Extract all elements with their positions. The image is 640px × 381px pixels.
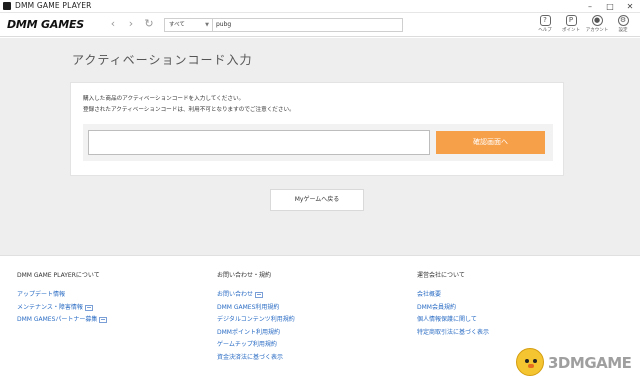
point-icon: P bbox=[565, 15, 577, 26]
footer-heading: DMM GAME PLAYERについて bbox=[17, 272, 100, 279]
settings-button[interactable]: ⚙ 設定 bbox=[610, 14, 636, 36]
page-title: アクティベーションコード入力 bbox=[72, 53, 253, 67]
activation-code-input[interactable] bbox=[88, 130, 430, 155]
watermark: 3DMGAME bbox=[512, 346, 636, 378]
footer-link[interactable]: DMMポイント利用規約 bbox=[217, 327, 295, 340]
maximize-button[interactable]: □ bbox=[600, 0, 620, 13]
watermark-text: 3DMGAME bbox=[548, 354, 632, 372]
footer-link[interactable]: DMM GAMES利用規約 bbox=[217, 302, 295, 315]
footer-link[interactable]: お問い合わせ bbox=[217, 289, 295, 302]
confirm-button[interactable]: 確認画面へ bbox=[436, 131, 545, 154]
search-bar: すべて ▼ bbox=[164, 18, 403, 32]
external-window-icon bbox=[255, 292, 264, 299]
activation-description: 購入した商品のアクティベーションコードを入力してください。 登録されたアクティベ… bbox=[83, 94, 295, 116]
back-arrow-icon[interactable]: ‹ bbox=[106, 17, 120, 31]
search-category-select[interactable]: すべて ▼ bbox=[165, 19, 213, 31]
chevron-down-icon: ▼ bbox=[205, 22, 209, 28]
footer-column-about: DMM GAME PLAYERについて アップデート情報 メンテナンス・障害情報… bbox=[17, 270, 108, 327]
app-icon bbox=[3, 2, 11, 10]
footer-column-company: 運営会社について 会社概要 DMM会員規約 個人情報保護に関して 特定商取引法に… bbox=[417, 270, 489, 339]
watermark-mascot-icon bbox=[516, 348, 544, 376]
description-line-1: 購入した商品のアクティベーションコードを入力してください。 bbox=[83, 96, 245, 102]
external-window-icon bbox=[99, 317, 108, 324]
forward-arrow-icon[interactable]: › bbox=[124, 17, 138, 31]
footer-column-contact: お問い合わせ・規約 お問い合わせ DMM GAMES利用規約 デジタルコンテンツ… bbox=[217, 270, 295, 364]
account-icon: ● bbox=[591, 15, 603, 26]
search-category-value: すべて bbox=[169, 22, 185, 28]
toolbar-icons: ? ヘルプ P ポイント ● アカウント ⚙ 設定 bbox=[532, 14, 636, 36]
window-title: DMM GAME PLAYER bbox=[15, 1, 92, 10]
minimize-button[interactable]: – bbox=[580, 0, 600, 13]
help-label: ヘルプ bbox=[538, 28, 552, 33]
account-button[interactable]: ● アカウント bbox=[584, 14, 610, 36]
footer-link[interactable]: デジタルコンテンツ利用規約 bbox=[217, 314, 295, 327]
back-to-mygames-button[interactable]: Myゲームへ戻る bbox=[270, 189, 364, 211]
window-controls: – □ ✕ bbox=[580, 0, 640, 13]
footer-link[interactable]: メンテナンス・障害情報 bbox=[17, 302, 107, 315]
activation-panel: 購入した商品のアクティベーションコードを入力してください。 登録されたアクティベ… bbox=[70, 82, 564, 176]
footer-link[interactable]: 資金決済法に基づく表示 bbox=[217, 352, 295, 365]
gear-icon: ⚙ bbox=[617, 15, 629, 26]
dmm-games-logo[interactable]: DMM GAMES bbox=[7, 18, 84, 31]
footer-link[interactable]: 特定商取引法に基づく表示 bbox=[417, 327, 489, 340]
help-button[interactable]: ? ヘルプ bbox=[532, 14, 558, 36]
footer-link[interactable]: 個人情報保護に関して bbox=[417, 314, 489, 327]
external-window-icon bbox=[84, 304, 93, 311]
point-label: ポイント bbox=[562, 28, 580, 33]
search-input[interactable] bbox=[213, 19, 402, 31]
help-icon: ? bbox=[539, 15, 551, 26]
settings-label: 設定 bbox=[618, 28, 628, 33]
close-button[interactable]: ✕ bbox=[620, 0, 640, 13]
footer-link[interactable]: アップデート情報 bbox=[17, 289, 107, 302]
main-content: アクティベーションコード入力 購入した商品のアクティベーションコードを入力してく… bbox=[0, 38, 640, 255]
footer-heading: 運営会社について bbox=[417, 272, 465, 279]
description-line-2: 登録されたアクティベーションコードは、利用不可となりますのでご注意ください。 bbox=[83, 107, 295, 113]
footer-link[interactable]: DMM GAMESパートナー募集 bbox=[17, 314, 108, 327]
account-label: アカウント bbox=[585, 28, 609, 33]
footer-link[interactable]: 会社概要 bbox=[417, 289, 489, 302]
toolbar: DMM GAMES ‹ › ↻ すべて ▼ ? ヘルプ P ポイント ● アカウ… bbox=[0, 13, 640, 37]
point-button[interactable]: P ポイント bbox=[558, 14, 584, 36]
reload-icon[interactable]: ↻ bbox=[142, 17, 156, 31]
footer-link[interactable]: ゲームチップ利用規約 bbox=[217, 339, 295, 352]
footer-link[interactable]: DMM会員規約 bbox=[417, 302, 489, 315]
activation-form: 確認画面へ bbox=[83, 124, 553, 161]
title-bar: DMM GAME PLAYER – □ ✕ bbox=[0, 0, 640, 13]
footer-heading: お問い合わせ・規約 bbox=[217, 272, 272, 279]
